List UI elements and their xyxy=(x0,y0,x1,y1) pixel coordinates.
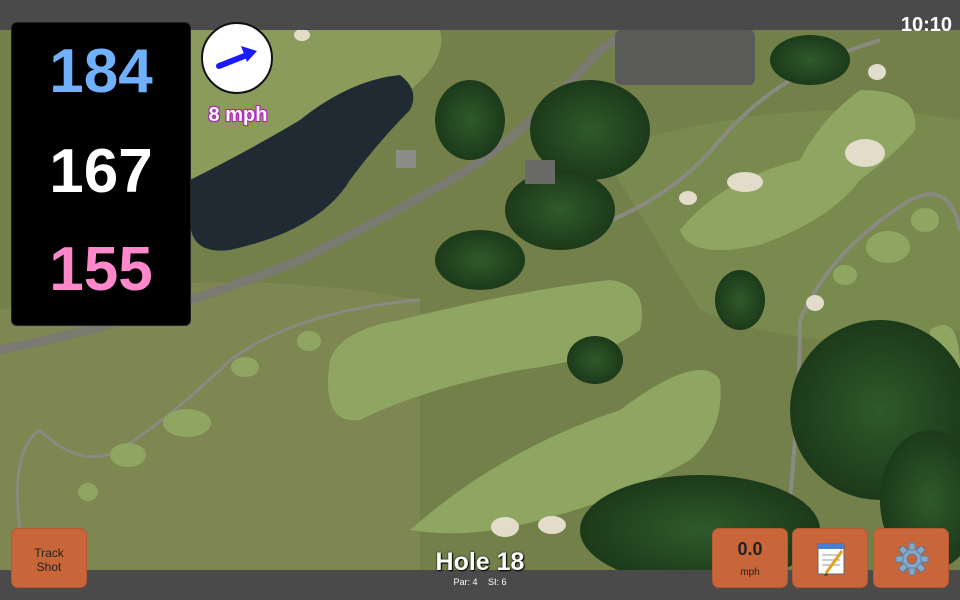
notepad-icon xyxy=(817,543,845,576)
wind-speed: 8 mph xyxy=(208,104,268,126)
notes-button[interactable] xyxy=(792,528,868,588)
center-distance: 167 xyxy=(49,137,153,206)
hole-title: Hole 18 xyxy=(435,548,525,576)
gear-icon xyxy=(895,542,929,576)
track-shot-button[interactable]: Track Shot xyxy=(11,528,87,588)
arrow-right-icon xyxy=(216,46,257,69)
hole-info: Par: 4 SI: 6 xyxy=(380,577,580,587)
track-shot-label: Track Shot xyxy=(34,546,64,574)
front-distance: 155 xyxy=(49,235,153,304)
wind-indicator xyxy=(201,22,273,94)
clock: 10:10 xyxy=(900,14,952,36)
settings-button[interactable] xyxy=(873,528,949,588)
back-distance: 184 xyxy=(49,37,153,106)
speed-button[interactable]: 0.0 mph xyxy=(712,528,788,588)
hole-stroke-index: SI: 6 xyxy=(488,577,507,587)
hole-par: Par: 4 xyxy=(453,577,478,587)
distance-panel: 184 167 155 xyxy=(11,22,191,326)
speed-unit: mph xyxy=(740,567,760,578)
speed-value: 0.0 xyxy=(737,539,763,559)
